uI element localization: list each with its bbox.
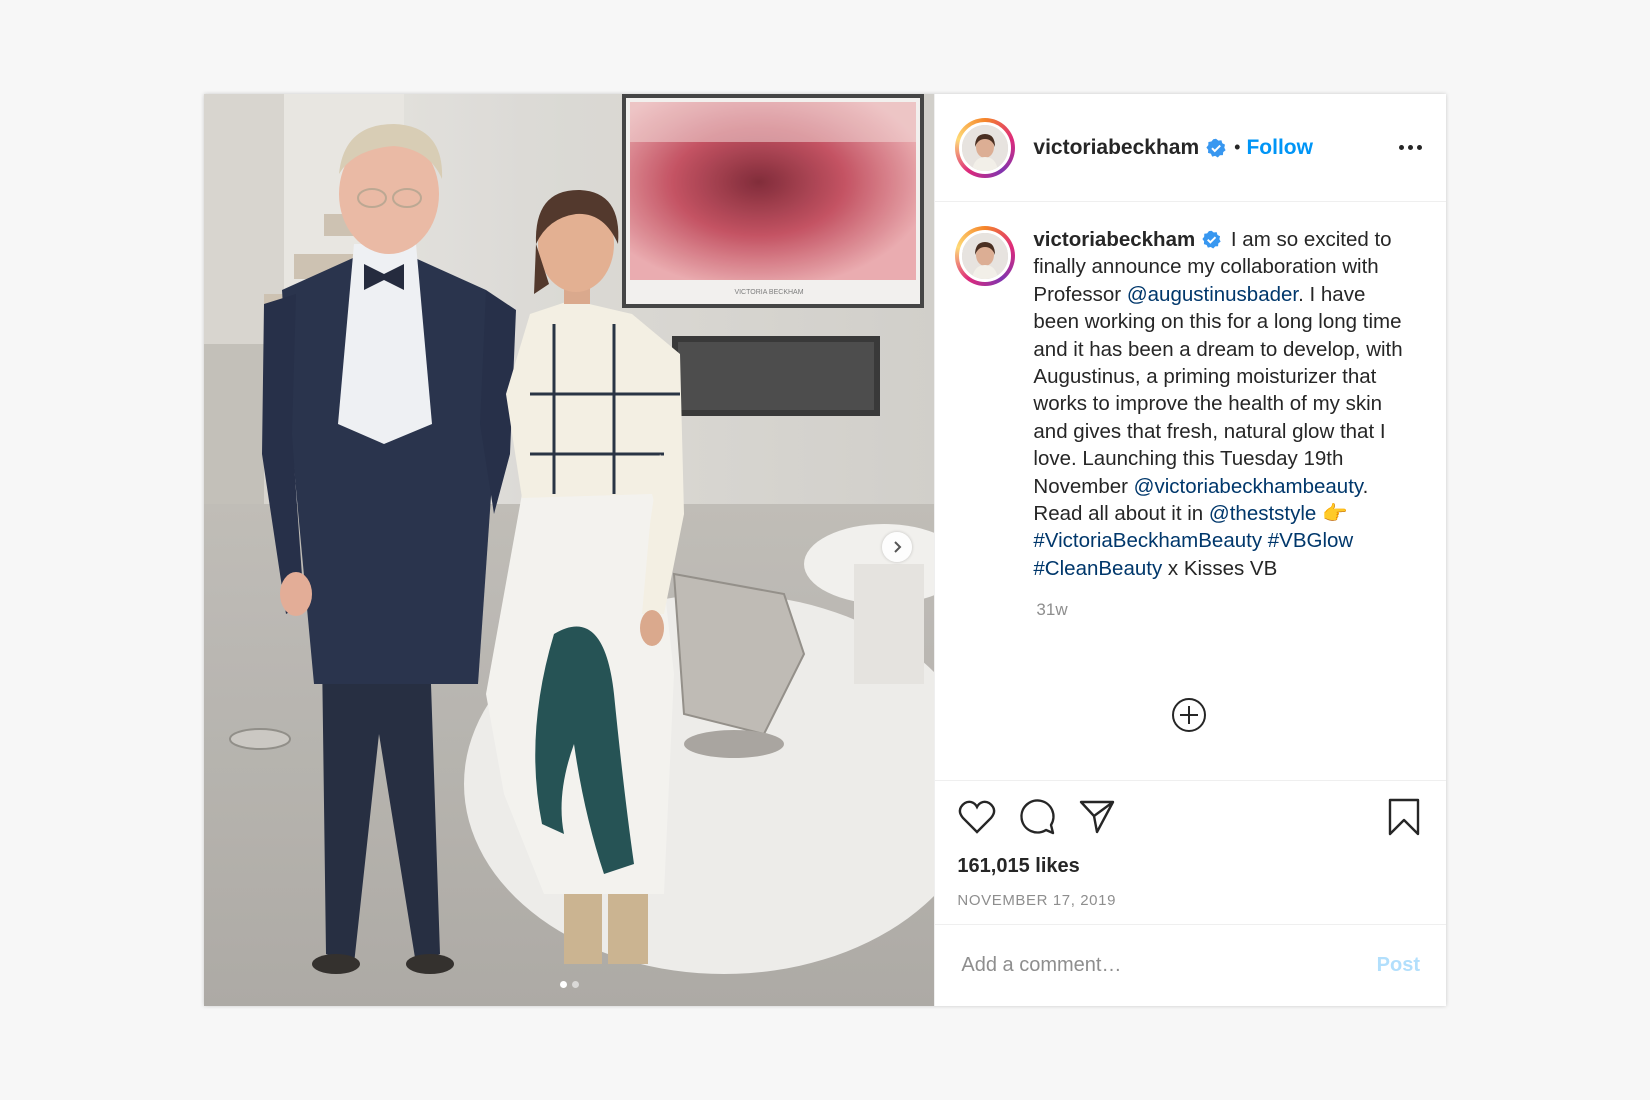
caption-segment: 👉 xyxy=(1316,502,1348,526)
save-bookmark-icon xyxy=(1388,798,1420,836)
instagram-post: VICTORIA BECKHAM victoriabeckham • Follo… xyxy=(204,94,1446,1006)
avatar-image xyxy=(959,121,1012,174)
carousel-indicator xyxy=(204,981,934,988)
load-more-comments-button[interactable] xyxy=(1171,697,1207,733)
caption-avatar[interactable] xyxy=(955,226,1016,286)
carousel-dot xyxy=(571,981,579,988)
caption-body: I am so excited to finally announce my c… xyxy=(1033,228,1402,580)
post-actions: 161,015 likes NOVEMBER 17, 2019 xyxy=(935,780,1446,924)
load-more-comments-icon xyxy=(1172,698,1207,732)
avatar[interactable] xyxy=(955,117,1016,178)
caption-link[interactable]: @augustinusbader xyxy=(1127,283,1298,306)
verified-badge-icon xyxy=(1202,230,1221,249)
caption-link[interactable]: #VBGlow xyxy=(1268,529,1353,552)
comment-input[interactable] xyxy=(959,953,1377,978)
photo-illustration: VICTORIA BECKHAM xyxy=(204,94,935,1006)
header-username[interactable]: victoriabeckham xyxy=(1033,136,1199,160)
action-icons xyxy=(957,795,1424,839)
avatar-image xyxy=(959,230,1012,282)
like-button[interactable] xyxy=(957,797,997,837)
more-options-icon[interactable] xyxy=(1399,145,1422,150)
header-separator: • xyxy=(1234,137,1241,157)
comment-bar: Post xyxy=(935,924,1446,1006)
comments-section: victoriabeckham I am so excited to final… xyxy=(935,202,1446,780)
caption: victoriabeckham I am so excited to final… xyxy=(955,226,1426,582)
post-date[interactable]: NOVEMBER 17, 2019 xyxy=(957,892,1424,909)
caption-segment: . I have been working on this for a long… xyxy=(1033,282,1403,498)
share-icon xyxy=(1080,800,1115,834)
comment-icon xyxy=(1020,799,1056,835)
caption-username[interactable]: victoriabeckham xyxy=(1033,228,1195,251)
caption-segment: x Kisses VB xyxy=(1162,556,1278,580)
post-photo[interactable]: VICTORIA BECKHAM xyxy=(204,94,935,1006)
caption-text: victoriabeckham I am so excited to final… xyxy=(1033,226,1405,582)
post-comment-button[interactable]: Post xyxy=(1377,954,1420,977)
verified-badge-icon xyxy=(1206,138,1226,158)
follow-button[interactable]: Follow xyxy=(1246,136,1313,160)
carousel-next-button[interactable] xyxy=(882,532,912,562)
caption-link[interactable]: @theststyle xyxy=(1209,502,1316,525)
post-header: victoriabeckham • Follow xyxy=(935,94,1446,202)
caption-link[interactable]: #VictoriaBeckhamBeauty xyxy=(1033,529,1262,552)
like-heart-icon xyxy=(959,800,996,834)
post-age: 31w xyxy=(1036,600,1068,620)
carousel-dot-active xyxy=(559,981,567,988)
carousel-next-icon xyxy=(894,541,902,553)
post-sidebar: victoriabeckham • Follow victoriabeckham… xyxy=(934,94,1446,1006)
caption-link[interactable]: #CleanBeauty xyxy=(1033,557,1162,580)
share-button[interactable] xyxy=(1077,797,1117,837)
caption-link[interactable]: @victoriabeckhambeauty xyxy=(1134,475,1363,498)
comment-button[interactable] xyxy=(1017,797,1057,837)
likes-count[interactable]: 161,015 likes xyxy=(957,855,1424,878)
save-button[interactable] xyxy=(1384,797,1424,837)
